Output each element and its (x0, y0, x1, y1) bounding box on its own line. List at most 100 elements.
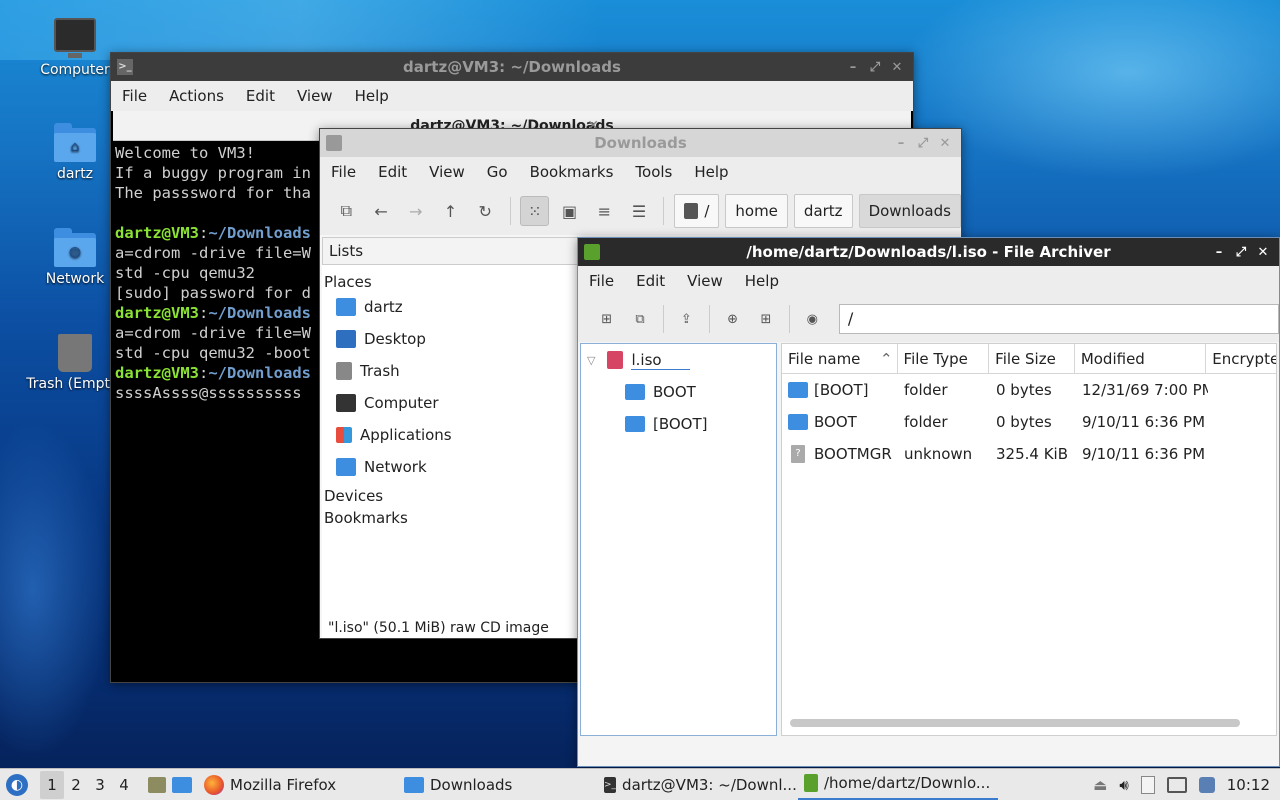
minimize-icon[interactable]: – (845, 60, 861, 75)
menu-edit[interactable]: Edit (235, 87, 286, 105)
new-tab-icon[interactable]: ⧉ (332, 196, 361, 226)
column-header-encrypted[interactable]: Encrypted (1206, 344, 1276, 373)
menu-view[interactable]: View (418, 163, 476, 181)
maximize-icon[interactable]: ⤢ (867, 60, 883, 75)
task-label: dartz@VM3: ~/Downl... (622, 775, 797, 794)
up-icon[interactable]: ↑ (436, 196, 465, 226)
sidebar-item-applications[interactable]: Applications (322, 419, 580, 451)
task-downloads[interactable]: Downloads (398, 769, 598, 800)
menu-help[interactable]: Help (344, 87, 400, 105)
sidebar-item-desktop[interactable]: Desktop (322, 323, 580, 355)
menu-help[interactable]: Help (683, 163, 739, 181)
devices-heading[interactable]: Devices (322, 483, 580, 505)
add-folder-icon[interactable]: ⊞ (751, 304, 780, 334)
back-icon[interactable]: ← (367, 196, 396, 226)
clock[interactable]: 10:12 (1227, 776, 1270, 794)
thumbnail-view-icon[interactable]: ▣ (555, 196, 584, 226)
breadcrumb-root[interactable]: / (674, 194, 720, 228)
archive-app-icon (584, 244, 600, 260)
column-header-size[interactable]: File Size (989, 344, 1075, 373)
menu-view[interactable]: View (676, 272, 734, 290)
close-icon[interactable]: ✕ (937, 136, 953, 151)
sidebar-item-trash[interactable]: Trash (322, 355, 580, 387)
task-terminal[interactable]: >_ dartz@VM3: ~/Downl... (598, 769, 798, 800)
add-files-icon[interactable]: ⊕ (718, 304, 747, 334)
menu-bookmarks[interactable]: Bookmarks (519, 163, 625, 181)
workspace-4[interactable]: 4 (112, 776, 136, 794)
sidebar-item-network[interactable]: Network (322, 451, 580, 483)
eject-icon[interactable]: ⏏ (1093, 776, 1107, 794)
table-row[interactable]: ? BOOTMGR unknown 325.4 KiB 9/10/11 6:36 … (782, 438, 1276, 470)
column-header-modified[interactable]: Modified (1075, 344, 1207, 373)
network-icon[interactable] (1166, 776, 1187, 793)
file-manager-launcher-icon[interactable] (148, 776, 166, 793)
workspace-1[interactable]: 1 (40, 770, 64, 799)
minimize-icon[interactable]: – (893, 136, 909, 151)
maximize-icon[interactable]: ⤢ (1233, 245, 1249, 260)
tree-item-label: BOOT (653, 383, 696, 401)
breadcrumb-home[interactable]: home (725, 194, 788, 228)
horizontal-scrollbar[interactable] (790, 719, 1240, 727)
file-name: BOOT (814, 413, 857, 431)
file-manager-titlebar[interactable]: Downloads – ⤢ ✕ (320, 129, 961, 157)
places-heading[interactable]: Places (322, 265, 580, 291)
show-desktop-icon[interactable] (172, 776, 192, 793)
sidebar-item-dartz[interactable]: dartz (322, 291, 580, 323)
maximize-icon[interactable]: ⤢ (915, 136, 931, 151)
minimize-icon[interactable]: – (1211, 245, 1227, 260)
reload-icon[interactable]: ↻ (471, 196, 500, 226)
sidebar-header[interactable]: Lists (322, 237, 580, 265)
start-menu-button[interactable]: ◐ (0, 769, 34, 800)
bookmarks-heading[interactable]: Bookmarks (322, 505, 580, 527)
menu-view[interactable]: View (286, 87, 344, 105)
detailed-list-icon[interactable]: ☰ (625, 196, 654, 226)
window-title: /home/dartz/Downloads/l.iso - File Archi… (746, 243, 1111, 261)
task-archiver[interactable]: /home/dartz/Downlo... (798, 769, 998, 800)
menu-edit[interactable]: Edit (625, 272, 676, 290)
close-icon[interactable]: ✕ (889, 60, 905, 75)
location-input[interactable]: / (838, 304, 1280, 334)
archiver-window[interactable]: /home/dartz/Downloads/l.iso - File Archi… (577, 237, 1280, 767)
menu-file[interactable]: File (578, 272, 625, 290)
workspace-3[interactable]: 3 (88, 776, 112, 794)
open-archive-icon[interactable]: ⧉ (625, 304, 654, 334)
notification-icon[interactable] (1198, 776, 1215, 793)
prompt-separator: : (199, 364, 209, 382)
breadcrumb-downloads[interactable]: Downloads (858, 194, 961, 228)
table-row[interactable]: [BOOT] folder 0 bytes 12/31/69 7:00 PM (782, 374, 1276, 406)
task-label: Downloads (430, 775, 513, 794)
tree-item-boot-bracket[interactable]: [BOOT] (581, 408, 776, 440)
file-modified: 9/10/11 6:36 PM (1082, 413, 1206, 431)
workspace-2[interactable]: 2 (64, 776, 88, 794)
terminal-titlebar[interactable]: >_ dartz@VM3: ~/Downloads – ⤢ ✕ (111, 53, 913, 81)
task-firefox[interactable]: Mozilla Firefox (198, 769, 398, 800)
collapse-arrow-icon[interactable]: ▽ (587, 354, 595, 367)
menu-help[interactable]: Help (734, 272, 790, 290)
close-icon[interactable]: ✕ (1255, 245, 1271, 260)
tree-item-label: [BOOT] (653, 415, 708, 433)
breadcrumb-dartz[interactable]: dartz (793, 194, 853, 228)
tree-item-boot[interactable]: BOOT (581, 376, 776, 408)
prompt-path: ~/Downloads (208, 364, 311, 382)
menu-file[interactable]: File (320, 163, 367, 181)
menu-edit[interactable]: Edit (367, 163, 418, 181)
stop-icon[interactable]: ◉ (798, 304, 827, 334)
icon-view-icon[interactable]: ⁙ (520, 196, 550, 226)
archiver-titlebar[interactable]: /home/dartz/Downloads/l.iso - File Archi… (578, 238, 1279, 266)
menu-tools[interactable]: Tools (624, 163, 683, 181)
compact-view-icon[interactable]: ≡ (590, 196, 619, 226)
menu-actions[interactable]: Actions (158, 87, 235, 105)
new-archive-icon[interactable]: ⊞ (592, 304, 621, 334)
menu-go[interactable]: Go (476, 163, 519, 181)
clipboard-icon[interactable] (1140, 775, 1155, 794)
column-header-name[interactable]: File name ⌃ (782, 344, 898, 373)
forward-icon[interactable]: → (401, 196, 430, 226)
table-row[interactable]: BOOT folder 0 bytes 9/10/11 6:36 PM (782, 406, 1276, 438)
extract-icon[interactable]: ⇪ (672, 304, 701, 334)
column-header-type[interactable]: File Type (898, 344, 990, 373)
sidebar-item-computer[interactable]: Computer (322, 387, 580, 419)
quick-launch (142, 769, 198, 800)
menu-file[interactable]: File (111, 87, 158, 105)
volume-icon[interactable]: 🔊︎ (1119, 776, 1128, 794)
tree-root[interactable]: ▽ l.iso (581, 344, 776, 376)
